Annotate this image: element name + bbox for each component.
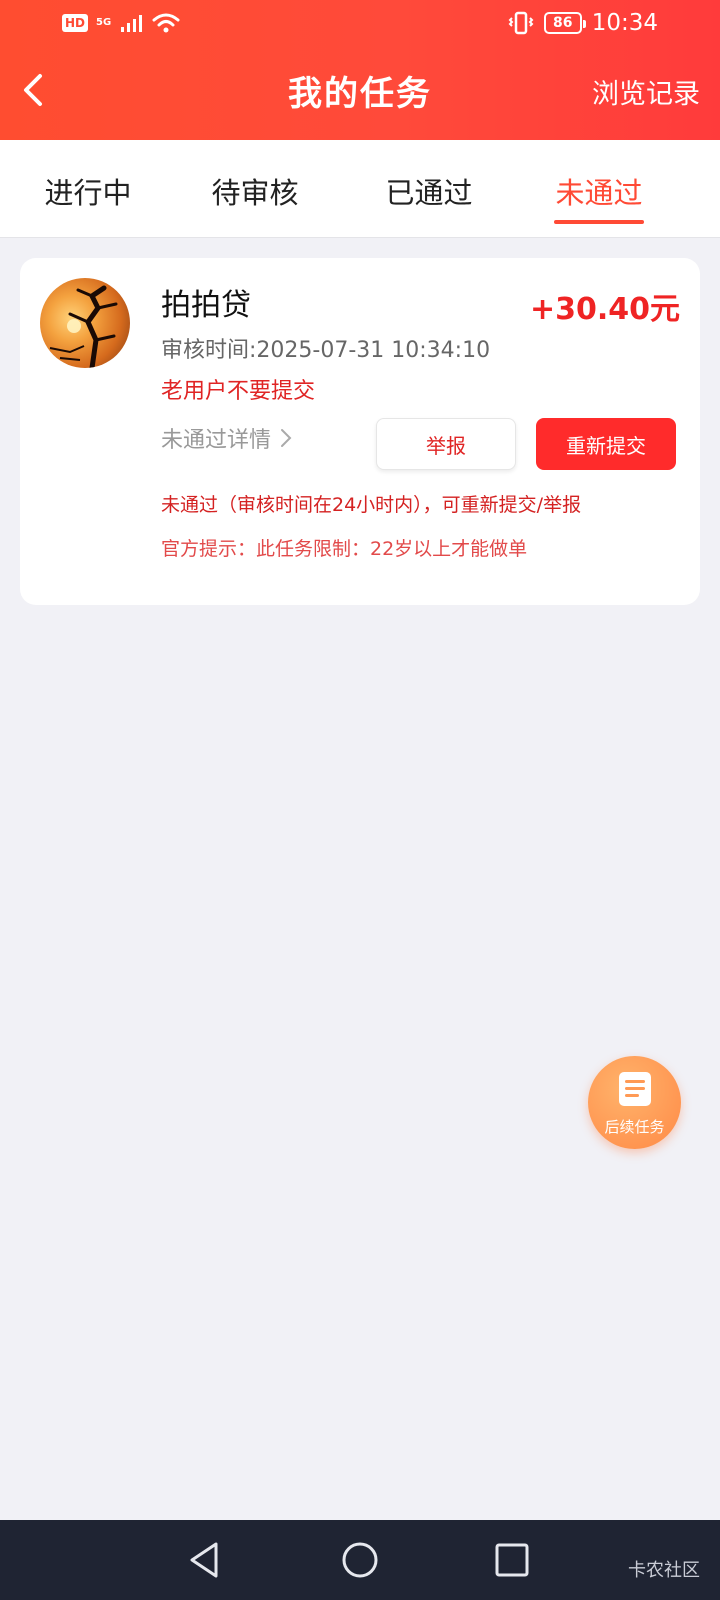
nav-home-icon[interactable] xyxy=(340,1540,380,1580)
vibrate-icon xyxy=(508,11,534,35)
report-button[interactable]: 举报 xyxy=(376,418,516,470)
official-tip: 官方提示：此任务限制：22岁以上才能做单 xyxy=(161,538,528,560)
hd-badge: HD xyxy=(62,14,89,32)
task-reward: +30.40元 xyxy=(529,292,680,327)
wifi-icon xyxy=(152,13,180,33)
nav-bar: 我的任务 浏览记录 xyxy=(0,52,720,132)
task-name: 拍拍贷 xyxy=(161,288,251,323)
signal-icon xyxy=(121,15,143,32)
task-note: 老用户不要提交 xyxy=(161,379,316,404)
status-left: HD 5G xyxy=(62,12,181,34)
document-list-icon xyxy=(619,1072,651,1106)
status-bar: HD 5G 86 10:34 xyxy=(0,0,720,50)
follow-up-task-button[interactable]: 后续任务 xyxy=(588,1056,681,1149)
rejection-detail-link[interactable]: 未通过详情 xyxy=(161,422,293,454)
tab-pending-review[interactable]: 待审核 xyxy=(200,170,310,212)
task-card[interactable]: 拍拍贷 +30.40元 审核时间:2025-07-31 10:34:10 老用户… xyxy=(20,258,700,605)
tab-in-progress[interactable]: 进行中 xyxy=(33,170,143,212)
sunset-tree-icon xyxy=(49,285,118,368)
chevron-right-icon xyxy=(281,429,292,447)
browse-history-link[interactable]: 浏览记录 xyxy=(592,72,700,111)
task-avatar xyxy=(40,278,130,368)
active-tab-indicator xyxy=(554,220,644,224)
network-label: 5G xyxy=(96,17,112,28)
resubmit-button[interactable]: 重新提交 xyxy=(536,418,676,470)
tab-rejected[interactable]: 未通过 xyxy=(544,170,654,212)
rejection-detail-label: 未通过详情 xyxy=(161,428,272,453)
rejection-status-text: 未通过（审核时间在24小时内），可重新提交/举报 xyxy=(161,494,582,516)
nav-recents-icon[interactable] xyxy=(492,1540,532,1580)
nav-back-icon[interactable] xyxy=(186,1540,226,1580)
review-time: 审核时间:2025-07-31 10:34:10 xyxy=(161,338,491,363)
tab-approved[interactable]: 已通过 xyxy=(374,170,484,212)
watermark: 卡农社区 xyxy=(628,1560,700,1581)
status-right: 86 10:34 xyxy=(508,10,658,36)
app-header: HD 5G 86 10:34 我的任务 浏览记录 xyxy=(0,0,720,140)
battery-icon: 86 xyxy=(543,12,586,34)
clock: 10:34 xyxy=(591,10,658,36)
system-nav-bar: 卡农社区 xyxy=(0,1520,720,1600)
task-status-tabs: 进行中 待审核 已通过 未通过 xyxy=(0,140,720,238)
follow-up-task-label: 后续任务 xyxy=(604,1118,665,1136)
